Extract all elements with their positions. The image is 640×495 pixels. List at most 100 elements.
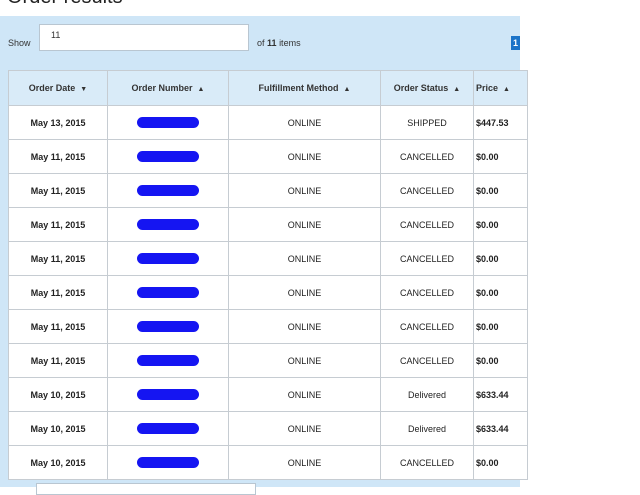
page-size-input[interactable]: 11 bbox=[39, 24, 249, 51]
table-row[interactable]: May 10, 2015 ONLINE Delivered $633.44 bbox=[8, 377, 528, 412]
price-cell: $0.00 bbox=[473, 275, 528, 310]
redaction-mark bbox=[137, 321, 199, 332]
fulfillment-method-cell: ONLINE bbox=[228, 377, 381, 412]
page-button-current[interactable]: 1 bbox=[511, 36, 520, 50]
order-number-cell[interactable] bbox=[107, 377, 229, 412]
order-number-cell[interactable] bbox=[107, 309, 229, 344]
fulfillment-method-cell: ONLINE bbox=[228, 207, 381, 242]
order-status-cell: CANCELLED bbox=[380, 139, 474, 174]
fulfillment-method-cell: ONLINE bbox=[228, 105, 381, 140]
column-header-order-number[interactable]: Order Number ▲ bbox=[107, 70, 229, 106]
order-date-cell: May 11, 2015 bbox=[8, 241, 108, 276]
order-status-cell: CANCELLED bbox=[380, 207, 474, 242]
table-row[interactable]: May 11, 2015 ONLINE CANCELLED $0.00 bbox=[8, 275, 528, 310]
order-status-cell: CANCELLED bbox=[380, 173, 474, 208]
order-date-cell: May 10, 2015 bbox=[8, 377, 108, 412]
order-date-cell: May 11, 2015 bbox=[8, 275, 108, 310]
redaction-mark bbox=[137, 253, 199, 264]
fulfillment-method-cell: ONLINE bbox=[228, 173, 381, 208]
table-row[interactable]: May 11, 2015 ONLINE CANCELLED $0.00 bbox=[8, 207, 528, 242]
column-label: Order Date bbox=[28, 83, 76, 93]
redaction-mark bbox=[137, 355, 199, 366]
price-cell: $447.53 bbox=[473, 105, 528, 140]
order-number-cell[interactable] bbox=[107, 139, 229, 174]
order-number-cell[interactable] bbox=[107, 207, 229, 242]
price-cell: $0.00 bbox=[473, 445, 528, 480]
column-label: Order Number bbox=[131, 83, 193, 93]
table-row[interactable]: May 10, 2015 ONLINE Delivered $633.44 bbox=[8, 411, 528, 446]
price-cell: $0.00 bbox=[473, 139, 528, 174]
redaction-mark bbox=[137, 219, 199, 230]
redaction-mark bbox=[137, 185, 199, 196]
price-cell: $0.00 bbox=[473, 241, 528, 276]
table-row[interactable]: May 11, 2015 ONLINE CANCELLED $0.00 bbox=[8, 309, 528, 344]
redaction-mark bbox=[137, 117, 199, 128]
price-cell: $633.44 bbox=[473, 411, 528, 446]
redaction-mark bbox=[137, 287, 199, 298]
redaction-mark bbox=[137, 389, 199, 400]
order-status-cell: CANCELLED bbox=[380, 309, 474, 344]
fulfillment-method-cell: ONLINE bbox=[228, 275, 381, 310]
order-number-cell[interactable] bbox=[107, 445, 229, 480]
page-title: Order results bbox=[7, 0, 123, 9]
redaction-mark bbox=[137, 151, 199, 162]
price-cell: $0.00 bbox=[473, 207, 528, 242]
of-label: of bbox=[257, 38, 265, 48]
order-status-cell: CANCELLED bbox=[380, 241, 474, 276]
footer-page-size-input[interactable] bbox=[36, 483, 256, 495]
order-date-cell: May 11, 2015 bbox=[8, 139, 108, 174]
show-label: Show bbox=[8, 38, 31, 48]
sort-desc-icon: ▼ bbox=[80, 86, 88, 93]
item-count-text: of 11 items bbox=[257, 38, 301, 48]
order-number-cell[interactable] bbox=[107, 241, 229, 276]
column-header-order-date[interactable]: Order Date ▼ bbox=[8, 70, 108, 106]
fulfillment-method-cell: ONLINE bbox=[228, 139, 381, 174]
table-row[interactable]: May 11, 2015 ONLINE CANCELLED $0.00 bbox=[8, 139, 528, 174]
orders-table: Order Date ▼ Order Number ▲ Fulfillment Me… bbox=[8, 70, 528, 480]
redaction-mark bbox=[137, 423, 199, 434]
table-row[interactable]: May 11, 2015 ONLINE CANCELLED $0.00 bbox=[8, 241, 528, 276]
fulfillment-method-cell: ONLINE bbox=[228, 241, 381, 276]
order-status-cell: CANCELLED bbox=[380, 343, 474, 378]
order-number-cell[interactable] bbox=[107, 411, 229, 446]
fulfillment-method-cell: ONLINE bbox=[228, 445, 381, 480]
order-status-cell: Delivered bbox=[380, 377, 474, 412]
price-cell: $633.44 bbox=[473, 377, 528, 412]
table-row[interactable]: May 10, 2015 ONLINE CANCELLED $0.00 bbox=[8, 445, 528, 480]
sort-asc-icon: ▲ bbox=[503, 86, 510, 93]
order-date-cell: May 11, 2015 bbox=[8, 207, 108, 242]
column-header-price[interactable]: Price ▲ bbox=[473, 70, 528, 106]
order-number-cell[interactable] bbox=[107, 173, 229, 208]
order-number-cell[interactable] bbox=[107, 343, 229, 378]
column-header-fulfillment-method[interactable]: Fulfillment Method ▲ bbox=[228, 70, 381, 106]
header-row: Order Date ▼ Order Number ▲ Fulfillment Me… bbox=[8, 70, 528, 106]
order-date-cell: May 11, 2015 bbox=[8, 173, 108, 208]
order-status-cell: SHIPPED bbox=[380, 105, 474, 140]
redaction-mark bbox=[137, 457, 199, 468]
order-date-cell: May 10, 2015 bbox=[8, 445, 108, 480]
order-date-cell: May 13, 2015 bbox=[8, 105, 108, 140]
table-row[interactable]: May 13, 2015 ONLINE SHIPPED $447.53 bbox=[8, 105, 528, 140]
sort-asc-icon: ▲ bbox=[343, 86, 351, 93]
order-date-cell: May 10, 2015 bbox=[8, 411, 108, 446]
price-cell: $0.00 bbox=[473, 343, 528, 378]
order-status-cell: CANCELLED bbox=[380, 445, 474, 480]
column-label: Fulfillment Method bbox=[258, 83, 339, 93]
price-cell: $0.00 bbox=[473, 309, 528, 344]
order-status-cell: Delivered bbox=[380, 411, 474, 446]
order-number-cell[interactable] bbox=[107, 275, 229, 310]
column-label: Price bbox=[476, 83, 499, 93]
sort-asc-icon: ▲ bbox=[197, 86, 205, 93]
table-row[interactable]: May 11, 2015 ONLINE CANCELLED $0.00 bbox=[8, 343, 528, 378]
table-row[interactable]: May 11, 2015 ONLINE CANCELLED $0.00 bbox=[8, 173, 528, 208]
order-date-cell: May 11, 2015 bbox=[8, 343, 108, 378]
order-number-cell[interactable] bbox=[107, 105, 229, 140]
sort-asc-icon: ▲ bbox=[453, 86, 461, 93]
total-count: 11 bbox=[267, 38, 277, 48]
items-label: items bbox=[279, 38, 301, 48]
fulfillment-method-cell: ONLINE bbox=[228, 309, 381, 344]
order-date-cell: May 11, 2015 bbox=[8, 309, 108, 344]
column-header-order-status[interactable]: Order Status ▲ bbox=[380, 70, 474, 106]
fulfillment-method-cell: ONLINE bbox=[228, 411, 381, 446]
column-label: Order Status bbox=[393, 83, 449, 93]
